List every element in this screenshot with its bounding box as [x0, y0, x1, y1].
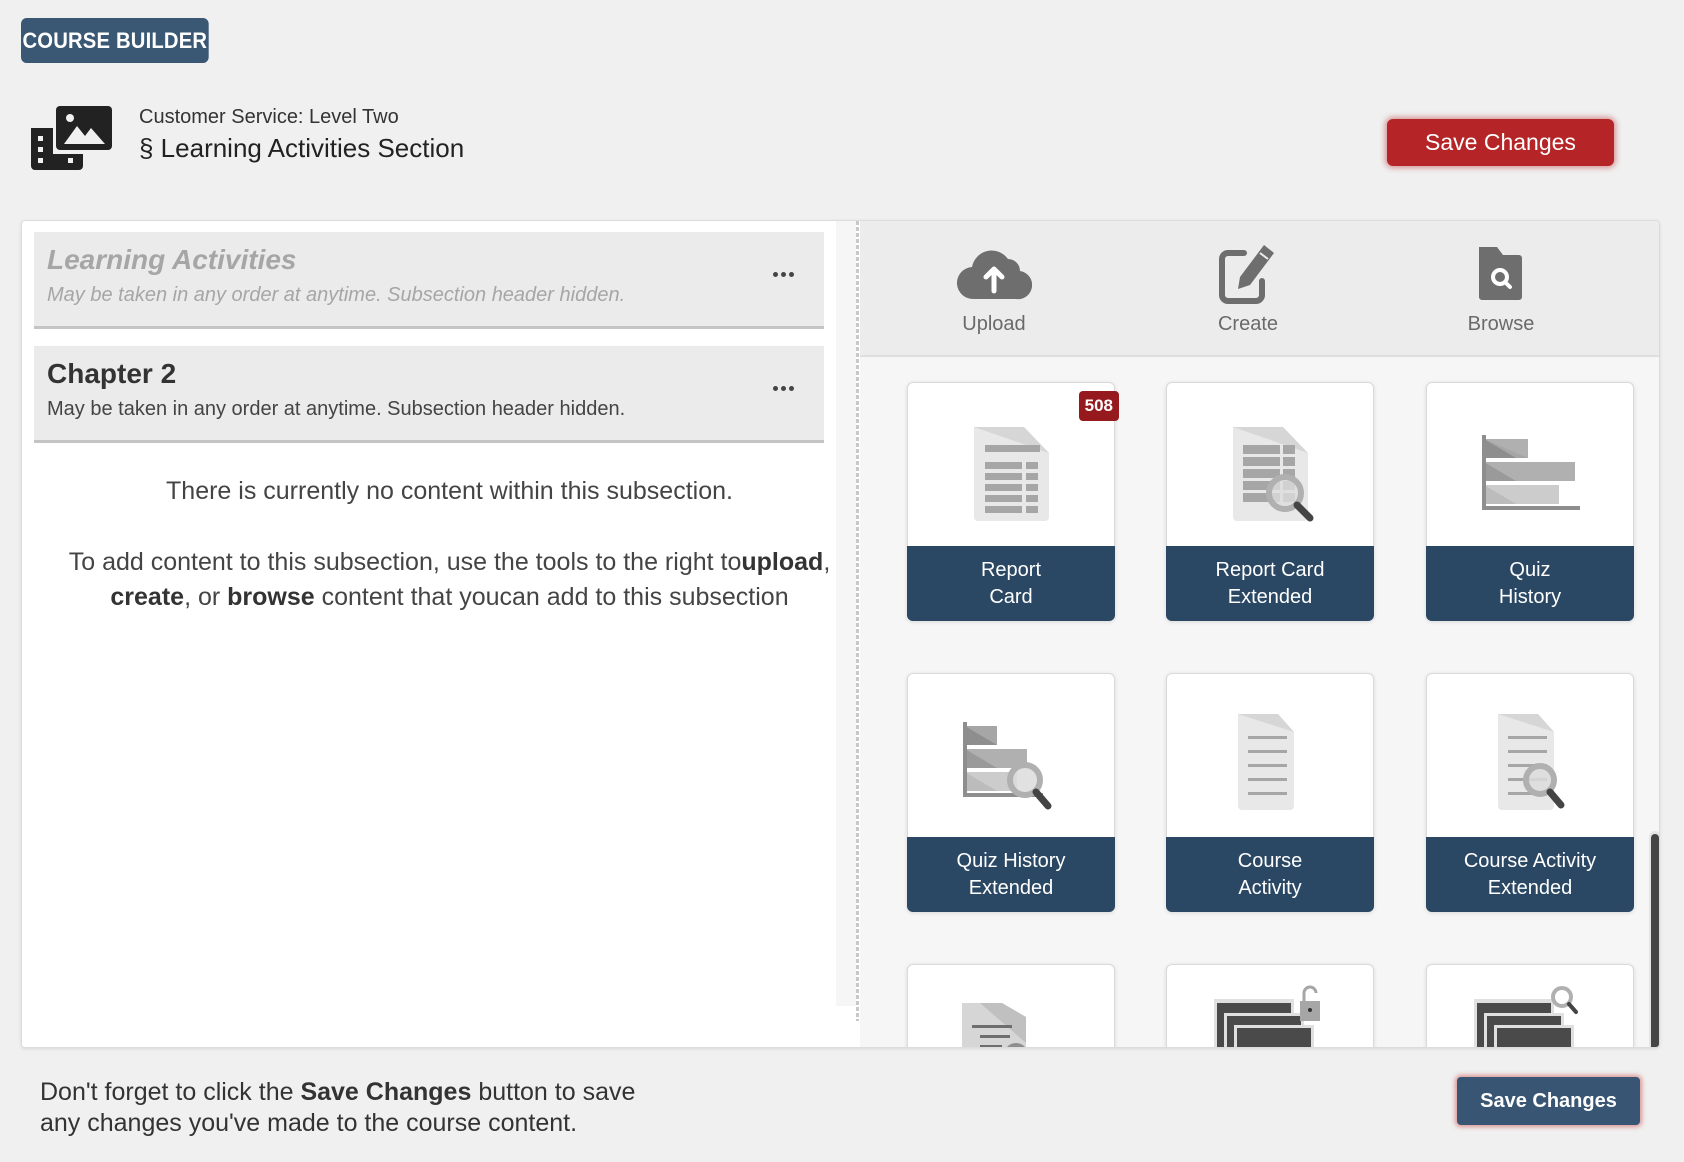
- browse-button[interactable]: Browse: [1421, 241, 1581, 341]
- more-horizontal-icon: [772, 271, 778, 277]
- cloud-upload-icon: [957, 250, 1032, 300]
- subsection-description: May be taken in any order at anytime. Su…: [47, 284, 626, 306]
- document-lines-icon: [1238, 713, 1294, 810]
- subsection-learning-activities[interactable]: Learning Activities May be taken in any …: [34, 232, 824, 329]
- content-scrollbar[interactable]: [1649, 831, 1659, 1047]
- browse-keyword: browse: [227, 583, 315, 611]
- course-builder-panel: Learning Activities May be taken in any …: [21, 220, 1660, 1048]
- card-label: Course Activity: [1166, 837, 1374, 912]
- content-toolbar: Upload Create Browse: [860, 221, 1659, 357]
- reminder-text: Don't forget to click the: [40, 1078, 301, 1106]
- separator: , or: [184, 583, 228, 611]
- dot: [788, 271, 794, 277]
- card-quiz-history-extended[interactable]: Quiz History Extended: [907, 673, 1115, 912]
- card-partial[interactable]: [1166, 964, 1374, 1047]
- subsection-title: Learning Activities: [47, 244, 297, 275]
- separator: ,: [823, 548, 831, 576]
- screens-unlock-icon: [1214, 985, 1320, 1047]
- count-badge: 508: [1078, 391, 1119, 421]
- upload-label: Upload: [962, 313, 1026, 335]
- empty-state-message: There is currently no content within thi…: [166, 477, 733, 505]
- browse-label: Browse: [1467, 313, 1535, 335]
- upload-keyword: upload: [741, 548, 824, 576]
- subsection-list: Learning Activities May be taken in any …: [22, 221, 836, 1047]
- card-image: [1167, 383, 1373, 546]
- content-library: Upload Create Browse 508 Report Card Rep…: [860, 221, 1659, 1047]
- bar-chart-icon: [1482, 434, 1580, 510]
- more-options-button[interactable]: [768, 262, 798, 286]
- dot: [780, 271, 786, 277]
- footer-reminder: Don't forget to click the Save Changes b…: [40, 1077, 680, 1139]
- report-card-icon: [974, 426, 1049, 521]
- card-image: [908, 674, 1114, 837]
- upload-button[interactable]: Upload: [914, 241, 1074, 341]
- document-certificate-icon: [962, 1003, 1026, 1047]
- report-card-search-icon: [1233, 426, 1314, 521]
- card-report-card[interactable]: 508 Report Card: [907, 382, 1119, 621]
- instructions-text: content that youcan add to this subsecti…: [314, 583, 789, 611]
- card-label: Report Card: [907, 546, 1115, 621]
- bar-chart-search-icon: [963, 721, 1052, 809]
- dot: [780, 385, 786, 391]
- subsection-description: May be taken in any order at anytime. Su…: [47, 398, 626, 420]
- more-horizontal-icon: [772, 385, 778, 391]
- folder-search-icon: [1479, 247, 1522, 300]
- card-image: [1427, 674, 1633, 837]
- card-label: Course Activity Extended: [1426, 837, 1634, 912]
- left-pane-gutter: [836, 221, 856, 1006]
- save-changes-button[interactable]: Save Changes: [1387, 119, 1614, 166]
- save-changes-bottom-button[interactable]: Save Changes: [1457, 1077, 1640, 1125]
- card-quiz-history[interactable]: Quiz History: [1426, 382, 1634, 621]
- create-button[interactable]: Create: [1168, 241, 1328, 341]
- instructions-text: To add content to this subsection, use t…: [68, 548, 742, 576]
- card-course-activity[interactable]: Course Activity: [1166, 673, 1374, 912]
- card-partial[interactable]: [907, 964, 1115, 1047]
- edit-icon: [1219, 245, 1274, 304]
- create-label: Create: [1217, 313, 1279, 335]
- pane-divider[interactable]: [856, 221, 859, 1021]
- card-label: Quiz History Extended: [907, 837, 1115, 912]
- card-image: [1167, 674, 1373, 837]
- media-gallery-icon: [31, 106, 112, 170]
- document-lines-search-icon: [1498, 713, 1565, 810]
- card-partial[interactable]: [1426, 964, 1634, 1047]
- course-builder-badge: COURSE BUILDER: [21, 18, 209, 63]
- card-report-card-extended[interactable]: Report Card Extended: [1166, 382, 1374, 621]
- card-label: Report Card Extended: [1166, 546, 1374, 621]
- dot: [788, 385, 794, 391]
- reminder-emphasis: Save Changes: [300, 1078, 472, 1106]
- subsection-title: Chapter 2: [47, 358, 177, 389]
- more-options-button[interactable]: [768, 376, 798, 400]
- empty-state-instructions: To add content to this subsection, use t…: [62, 545, 837, 615]
- subsection-chapter-2[interactable]: Chapter 2 May be taken in any order at a…: [34, 346, 824, 443]
- card-label: Quiz History: [1426, 546, 1634, 621]
- card-image: [1427, 383, 1633, 546]
- course-name: Customer Service: Level Two: [139, 106, 399, 128]
- card-course-activity-extended[interactable]: Course Activity Extended: [1426, 673, 1634, 912]
- screens-search-icon: [1474, 986, 1578, 1047]
- scrollbar-thumb[interactable]: [1651, 834, 1659, 1047]
- section-title: § Learning Activities Section: [139, 133, 465, 163]
- create-keyword: create: [110, 583, 185, 611]
